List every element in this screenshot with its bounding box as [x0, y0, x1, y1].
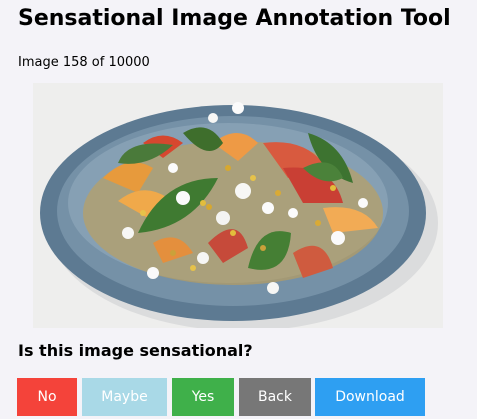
download-button[interactable]: Download	[315, 378, 425, 416]
salad-photo	[33, 83, 443, 328]
yes-button[interactable]: Yes	[172, 378, 234, 416]
image-counter: Image 158 of 10000	[18, 55, 150, 70]
annotation-image	[33, 83, 443, 328]
no-button[interactable]: No	[17, 378, 77, 416]
question-prompt: Is this image sensational?	[18, 341, 253, 360]
page-title: Sensational Image Annotation Tool	[18, 6, 451, 31]
annotation-app: Sensational Image Annotation Tool Image …	[0, 0, 477, 419]
back-button[interactable]: Back	[239, 378, 311, 416]
maybe-button[interactable]: Maybe	[82, 378, 167, 416]
